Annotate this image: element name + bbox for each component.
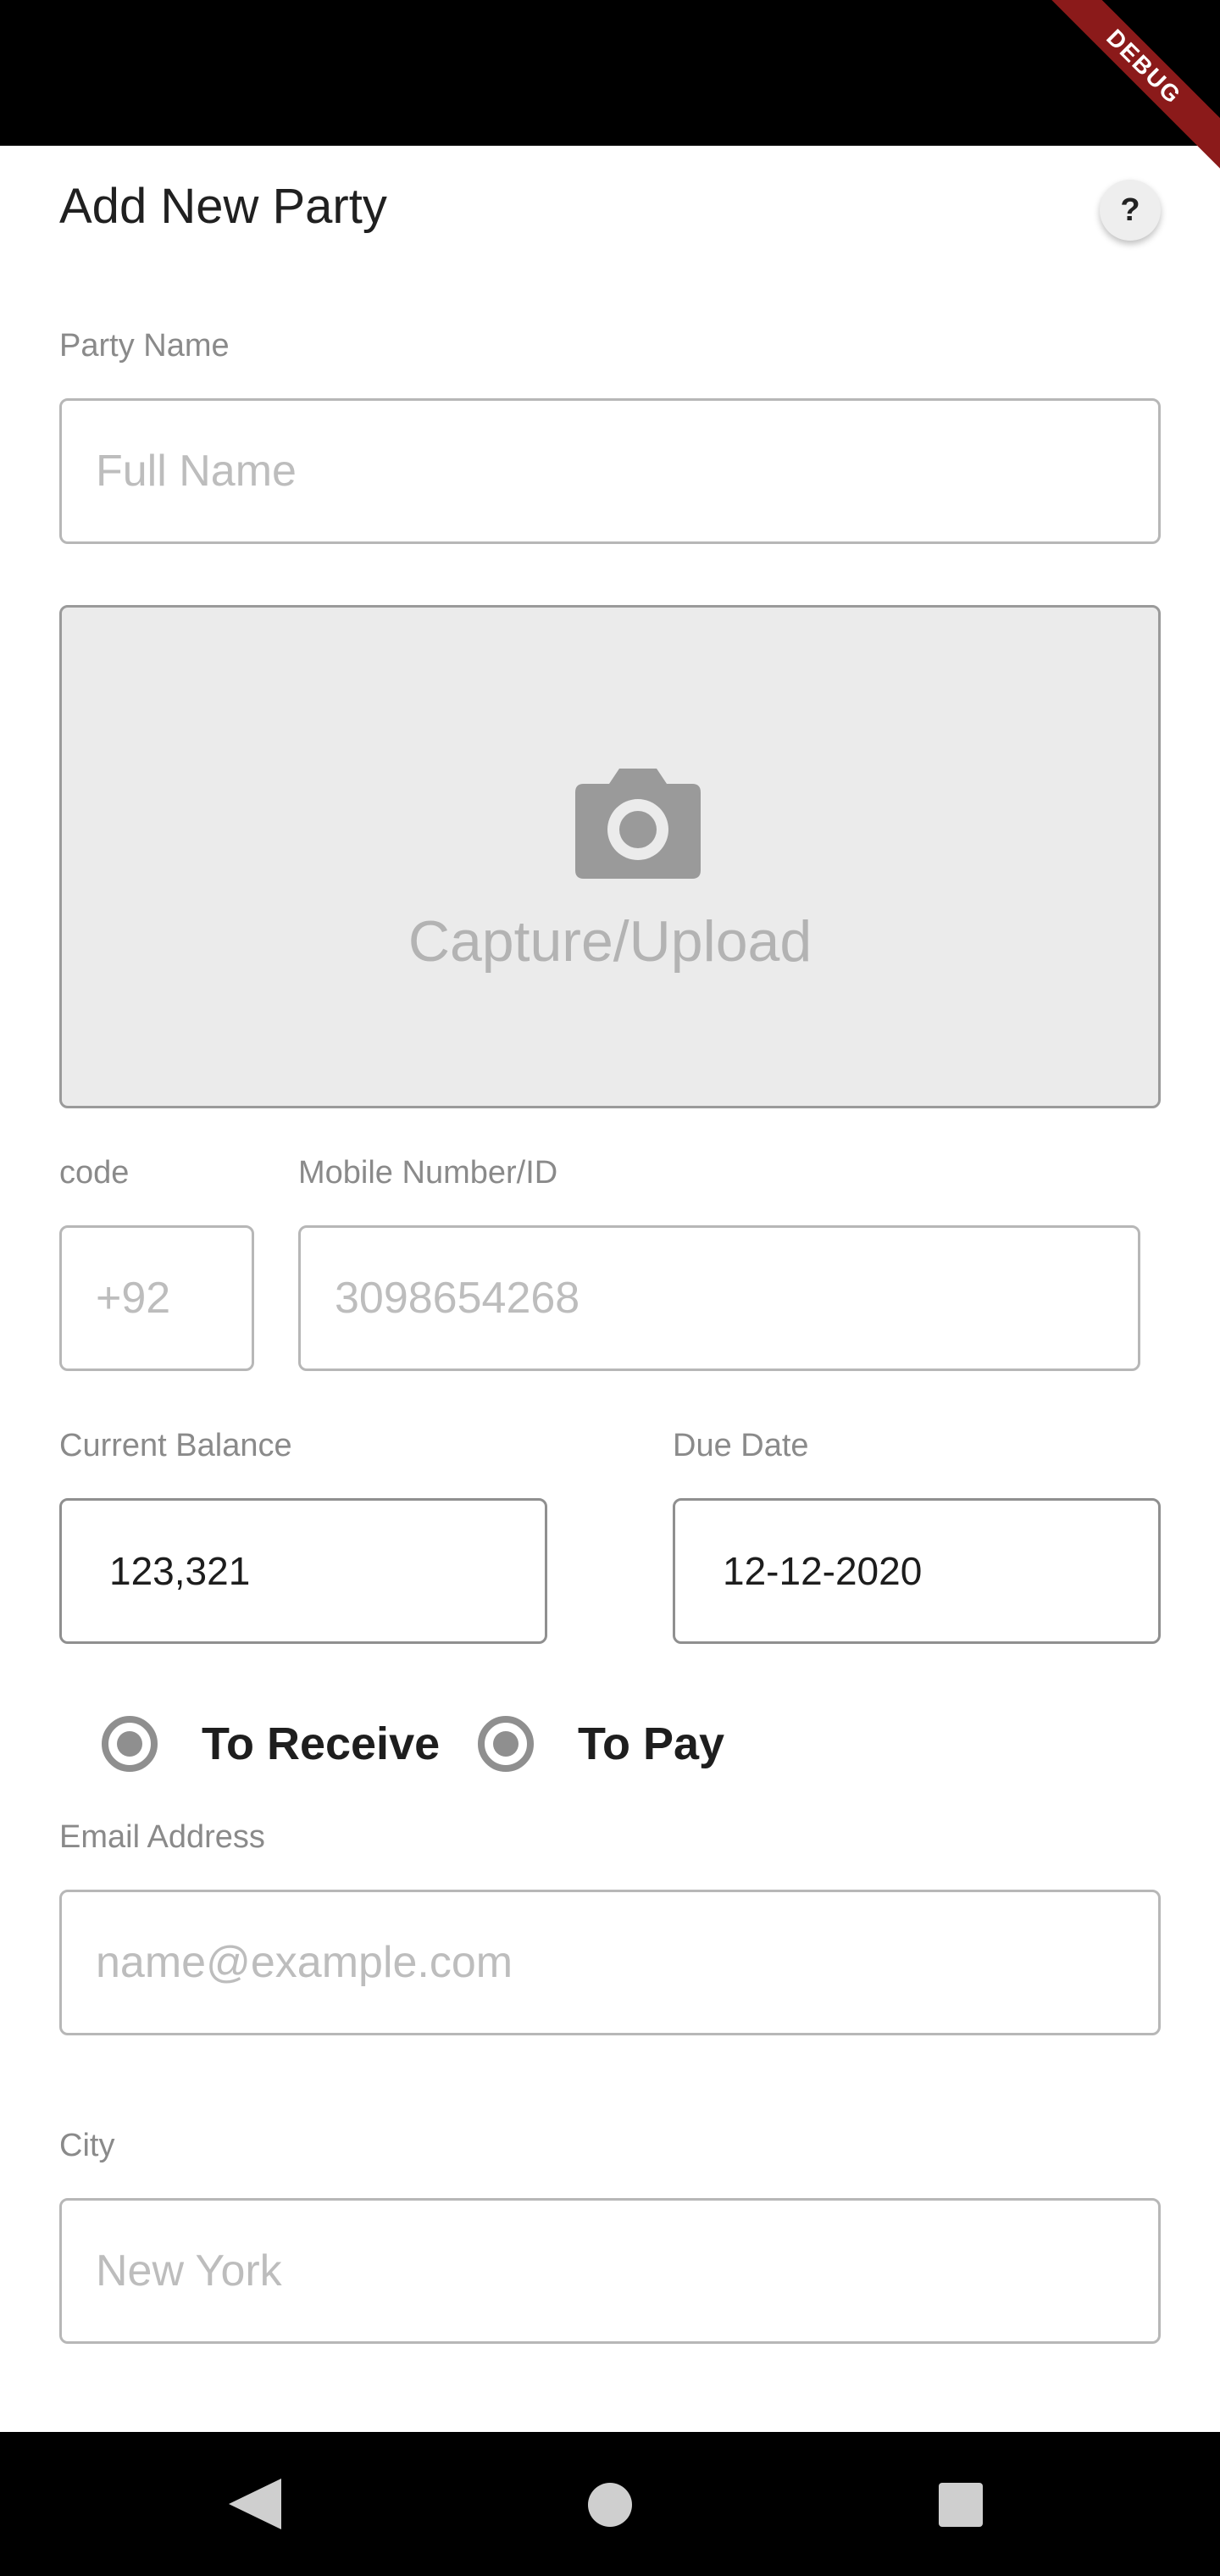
- app-screen: DEBUG Add New Party ? Party Name Full Na…: [0, 0, 1220, 2576]
- party-name-label: Party Name: [59, 328, 230, 364]
- city-label: City: [59, 2128, 115, 2163]
- status-bar: [0, 0, 1220, 146]
- system-nav-bar: [0, 2432, 1220, 2576]
- to-receive-label[interactable]: To Receive: [202, 1717, 440, 1771]
- mobile-number-label: Mobile Number/ID: [298, 1155, 558, 1191]
- mobile-number-input[interactable]: 3098654268: [298, 1225, 1140, 1371]
- email-input[interactable]: name@example.com: [59, 1890, 1161, 2035]
- to-pay-radio[interactable]: [478, 1716, 534, 1772]
- city-input[interactable]: New York: [59, 2198, 1161, 2344]
- due-date-label: Due Date: [673, 1428, 809, 1463]
- page-title: Add New Party: [59, 179, 387, 234]
- party-name-input[interactable]: Full Name: [59, 398, 1161, 544]
- current-balance-input[interactable]: 123,321: [59, 1498, 547, 1644]
- phone-code-label: code: [59, 1155, 130, 1191]
- camera-icon: [575, 769, 701, 879]
- help-button[interactable]: ?: [1100, 180, 1161, 241]
- photo-upload-label: Capture/Upload: [408, 909, 812, 974]
- to-receive-radio-dot: [117, 1731, 142, 1757]
- to-pay-radio-dot: [493, 1731, 518, 1757]
- home-circle-icon[interactable]: [588, 2483, 632, 2527]
- back-triangle-icon[interactable]: [229, 2479, 281, 2529]
- current-balance-label: Current Balance: [59, 1428, 292, 1463]
- recent-square-icon[interactable]: [939, 2483, 983, 2527]
- photo-upload-area[interactable]: Capture/Upload: [59, 605, 1161, 1108]
- email-label: Email Address: [59, 1819, 265, 1855]
- to-receive-radio[interactable]: [102, 1716, 158, 1772]
- phone-code-input[interactable]: +92: [59, 1225, 254, 1371]
- to-pay-label[interactable]: To Pay: [578, 1717, 724, 1771]
- due-date-input[interactable]: 12-12-2020: [673, 1498, 1161, 1644]
